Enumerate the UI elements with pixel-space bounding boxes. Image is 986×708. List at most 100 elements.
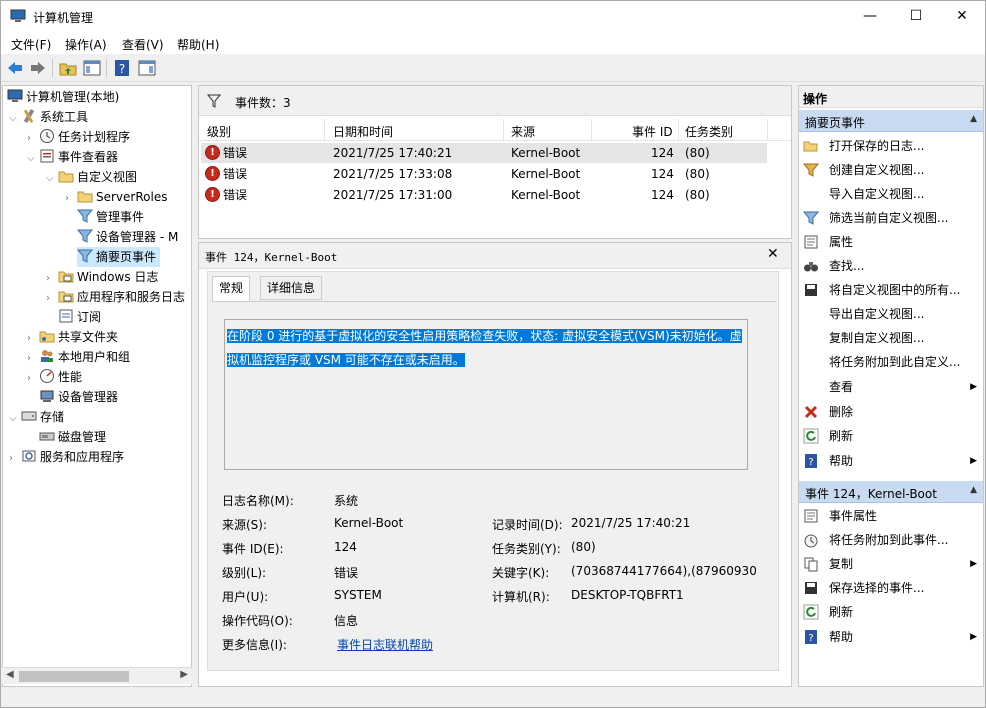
chevron-down-icon[interactable]: ⌵: [46, 169, 58, 189]
tree-item-label: 设备管理器 - M: [96, 230, 179, 244]
tree-item-performance[interactable]: › 性能: [27, 367, 82, 387]
action-find[interactable]: 查找...: [799, 254, 983, 278]
toolbar-separator: [106, 59, 107, 77]
chevron-down-icon[interactable]: ⌵: [9, 409, 21, 429]
action-delete[interactable]: 删除: [799, 400, 983, 424]
chevron-right-icon[interactable]: ›: [9, 449, 21, 469]
up-folder-icon[interactable]: [59, 59, 77, 77]
scrollbar-thumb[interactable]: [19, 671, 129, 682]
tree-item-computer-management[interactable]: 计算机管理(本地): [7, 87, 119, 107]
tree-item-task-scheduler[interactable]: › 任务计划程序: [27, 127, 130, 147]
cell-datetime: 2021/7/25 17:33:08: [333, 167, 453, 181]
tree-item-storage[interactable]: ⌵ 存储: [9, 407, 64, 427]
action-attach-task-to-event[interactable]: 将任务附加到此事件...: [799, 528, 983, 552]
table-row[interactable]: ! 错误 2021/7/25 17:33:08 Kernel-Boot 124 …: [201, 164, 767, 184]
event-description[interactable]: 在阶段 0 进行的基于虚拟化的安全性启用策略检查失败，状态: 虚拟安全模式(VS…: [227, 324, 743, 372]
table-row[interactable]: ! 错误 2021/7/25 17:40:21 Kernel-Boot 124 …: [201, 143, 767, 163]
menu-view[interactable]: 查看(V): [122, 36, 164, 53]
action-help[interactable]: ? 帮助 ▶: [799, 449, 983, 473]
menu-action[interactable]: 操作(A): [65, 36, 107, 53]
column-divider[interactable]: [767, 119, 768, 141]
close-icon[interactable]: ✕: [767, 246, 779, 262]
chevron-right-icon[interactable]: ›: [27, 129, 39, 149]
chevron-down-icon[interactable]: ⌵: [9, 109, 21, 129]
tab-details[interactable]: 详细信息: [260, 276, 323, 300]
chevron-right-icon[interactable]: ›: [27, 329, 39, 349]
scroll-left-icon[interactable]: ◀: [6, 669, 14, 680]
tools-icon: [23, 108, 35, 124]
menu-file[interactable]: 文件(F): [11, 36, 51, 53]
column-task-category[interactable]: 任务类别: [685, 123, 733, 140]
chevron-down-icon[interactable]: ⌵: [27, 149, 39, 169]
collapse-icon[interactable]: ▲: [970, 485, 977, 495]
actions-header: 操作: [799, 86, 983, 108]
action-refresh[interactable]: 刷新: [799, 600, 983, 624]
action-properties[interactable]: 属性: [799, 230, 983, 254]
tab-panel-general: 在阶段 0 进行的基于虚拟化的安全性启用策略检查失败，状态: 虚拟安全模式(VS…: [212, 301, 776, 667]
tab-general[interactable]: 常规: [212, 276, 251, 302]
action-save-selected-events[interactable]: 保存选择的事件...: [799, 576, 983, 600]
maximize-button[interactable]: ☐: [893, 1, 939, 32]
column-divider[interactable]: [503, 119, 504, 141]
tree-item-custom-views[interactable]: ⌵ 自定义视图: [46, 167, 137, 187]
chevron-right-icon[interactable]: ›: [46, 269, 58, 289]
tree-item-device-manager[interactable]: 设备管理器: [39, 387, 118, 407]
back-arrow-icon[interactable]: [6, 59, 24, 77]
action-copy-custom-view[interactable]: 复制自定义视图...: [799, 326, 983, 350]
online-help-link[interactable]: 事件日志联机帮助: [337, 636, 433, 653]
tree-item-device-manager-view[interactable]: 设备管理器 - M: [77, 227, 178, 247]
tree-item-local-users-groups[interactable]: › 本地用户和组: [27, 347, 130, 367]
chevron-right-icon[interactable]: ›: [27, 349, 39, 369]
action-view[interactable]: 查看 ▶: [799, 375, 983, 399]
action-refresh[interactable]: 刷新: [799, 424, 983, 448]
collapse-icon[interactable]: ▲: [970, 114, 977, 124]
action-group-event[interactable]: 事件 124，Kernel-Boot ▲: [799, 481, 983, 503]
tree-item-serverroles[interactable]: › ServerRoles: [65, 187, 167, 207]
event-description-box[interactable]: 在阶段 0 进行的基于虚拟化的安全性启用策略检查失败，状态: 虚拟安全模式(VS…: [224, 319, 748, 470]
tree-item-services-apps[interactable]: › 服务和应用程序: [9, 447, 124, 467]
close-button[interactable]: ✕: [939, 1, 985, 32]
menu-help[interactable]: 帮助(H): [177, 36, 219, 53]
tree-horizontal-scrollbar[interactable]: ◀ ▶: [2, 667, 192, 684]
action-label: 查看: [829, 380, 854, 394]
column-level[interactable]: 级别: [207, 123, 231, 140]
help-icon[interactable]: ?: [113, 59, 131, 77]
table-row[interactable]: ! 错误 2021/7/25 17:31:00 Kernel-Boot 124 …: [201, 185, 767, 205]
tree-item-disk-management[interactable]: 磁盘管理: [39, 427, 106, 447]
minimize-button[interactable]: —: [847, 1, 893, 32]
column-divider[interactable]: [324, 119, 325, 141]
chevron-right-icon[interactable]: ›: [65, 189, 77, 209]
action-import-custom-view[interactable]: 导入自定义视图...: [799, 182, 983, 206]
column-datetime[interactable]: 日期和时间: [333, 123, 393, 140]
scroll-right-icon[interactable]: ▶: [180, 669, 188, 680]
log-name-label: 日志名称(M):: [222, 494, 294, 508]
tree-item-event-viewer[interactable]: ⌵ 事件查看器: [27, 147, 118, 167]
tree-item-subscriptions[interactable]: 订阅: [58, 307, 101, 327]
tree-item-admin-events[interactable]: 管理事件: [77, 207, 144, 227]
chevron-right-icon[interactable]: ›: [46, 289, 58, 309]
action-attach-task-to-view[interactable]: 将任务附加到此自定义...: [799, 350, 983, 374]
column-divider[interactable]: [591, 119, 592, 141]
chevron-right-icon[interactable]: ›: [27, 369, 39, 389]
action-open-saved-log[interactable]: 打开保存的日志...: [799, 134, 983, 158]
action-filter-current-view[interactable]: 筛选当前自定义视图...: [799, 206, 983, 230]
tree-item-shared-folders[interactable]: › 共享文件夹: [27, 327, 118, 347]
tree-item-windows-logs[interactable]: › Windows 日志: [46, 267, 158, 287]
action-create-custom-view[interactable]: 创建自定义视图...: [799, 158, 983, 182]
column-divider[interactable]: [678, 119, 679, 141]
tree-item-app-service-logs[interactable]: › 应用程序和服务日志: [46, 287, 185, 307]
action-save-all-events[interactable]: 将自定义视图中的所有...: [799, 278, 983, 302]
action-event-properties[interactable]: 事件属性: [799, 504, 983, 528]
tree-item-system-tools[interactable]: ⌵ 系统工具: [9, 107, 88, 127]
action-group-summary-events[interactable]: 摘要页事件 ▲: [799, 110, 983, 132]
column-event-id[interactable]: 事件 ID: [632, 123, 673, 140]
action-help[interactable]: ? 帮助 ▶: [799, 625, 983, 649]
column-source[interactable]: 来源: [511, 123, 535, 140]
pane-splitter[interactable]: [193, 85, 197, 687]
action-export-custom-view[interactable]: 导出自定义视图...: [799, 302, 983, 326]
forward-arrow-icon[interactable]: [29, 59, 47, 77]
show-hide-action-pane-icon[interactable]: [138, 59, 156, 77]
show-hide-tree-icon[interactable]: [83, 59, 101, 77]
action-copy[interactable]: 复制 ▶: [799, 552, 983, 576]
tree-item-summary-events[interactable]: 摘要页事件: [77, 247, 161, 267]
